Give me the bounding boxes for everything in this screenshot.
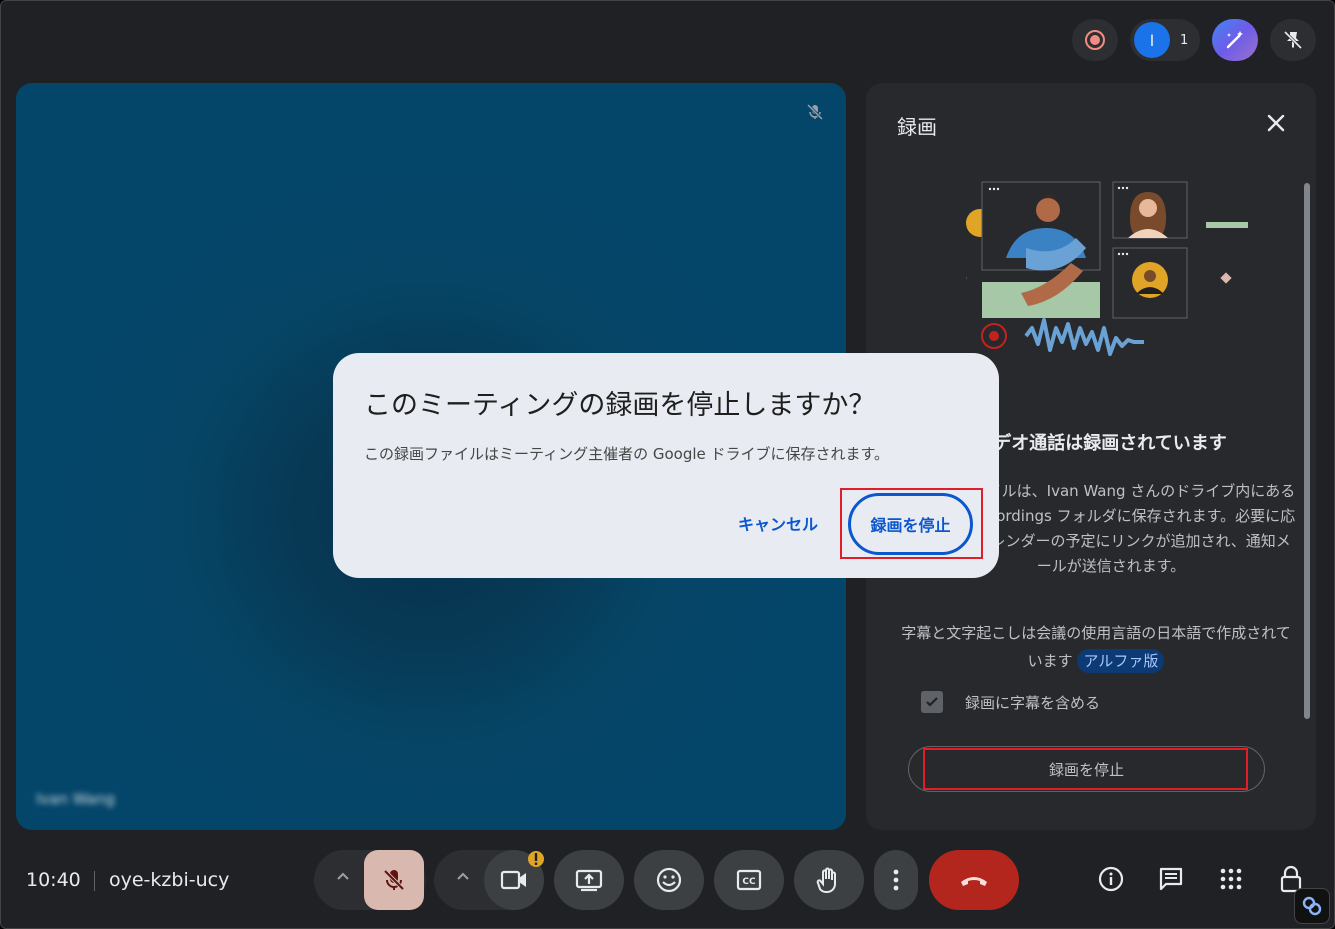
- close-panel-button[interactable]: [1262, 109, 1290, 137]
- apps-grid-icon: [1220, 868, 1242, 890]
- highlight-box-panel: [923, 748, 1248, 790]
- info-icon: [1098, 866, 1124, 892]
- reactions-button[interactable]: [634, 850, 704, 910]
- activities-button[interactable]: [1216, 864, 1246, 894]
- camera-warning-icon: [527, 848, 545, 870]
- divider: [94, 871, 95, 891]
- include-captions-label: 録画に字幕を含める: [965, 693, 1101, 712]
- recording-icon: [1085, 30, 1105, 50]
- mic-off-icon: [806, 103, 824, 121]
- highlight-box-dialog: [840, 488, 983, 559]
- panel-title: 録画: [897, 115, 937, 139]
- emoji-icon: [656, 867, 682, 893]
- more-vert-icon: [893, 869, 899, 891]
- svg-text:CC: CC: [742, 877, 756, 887]
- bottom-controls-bar: 10:40 oye-kzbi-ucy CC: [1, 846, 1334, 928]
- avatar-initial: I: [1149, 30, 1155, 50]
- video-options-button[interactable]: [454, 868, 472, 886]
- participants-count: 1: [1180, 32, 1189, 48]
- tile-mic-muted-indicator: [802, 99, 828, 125]
- chevron-up-icon: [457, 872, 469, 880]
- pin-off-icon: [1283, 30, 1303, 50]
- pin-off-button[interactable]: [1270, 19, 1316, 61]
- alpha-badge: アルファ版: [1077, 649, 1165, 673]
- leave-call-button[interactable]: [929, 850, 1019, 910]
- participants-button[interactable]: I 1: [1130, 19, 1200, 61]
- link-icon: [1294, 888, 1330, 924]
- closed-captions-icon: CC: [736, 869, 762, 891]
- meeting-details-button[interactable]: [1096, 864, 1126, 894]
- audio-options-button[interactable]: [334, 868, 352, 886]
- close-icon: [1267, 114, 1285, 132]
- mic-toggle-button[interactable]: [364, 850, 424, 910]
- stop-recording-dialog: このミーティングの録画を停止しますか？ この録画ファイルはミーティング主催者の …: [333, 353, 999, 578]
- include-captions-checkbox[interactable]: [921, 691, 943, 713]
- raise-hand-button[interactable]: [794, 850, 864, 910]
- dialog-title: このミーティングの録画を停止しますか？: [364, 390, 876, 421]
- present-screen-icon: [575, 869, 603, 892]
- chat-button[interactable]: [1156, 864, 1186, 894]
- raise-hand-icon: [816, 867, 836, 893]
- avatar: I: [1134, 22, 1170, 58]
- meeting-code: oye-kzbi-ucy: [109, 869, 230, 891]
- chat-icon: [1159, 867, 1183, 891]
- meet-window: I 1 Ivan Wang 録画 ビデオ通話は録画されています 録画ファイルは、…: [0, 0, 1335, 929]
- magic-pen-icon: [1226, 31, 1243, 49]
- dialog-body: この録画ファイルはミーティング主催者の Google ドライブに保存されます。: [364, 445, 890, 463]
- chevron-up-icon: [337, 872, 349, 880]
- more-options-button[interactable]: [874, 850, 918, 910]
- cancel-button[interactable]: キャンセル: [738, 511, 818, 535]
- gemini-button[interactable]: [1212, 19, 1258, 61]
- checkmark-icon: [926, 697, 938, 707]
- participant-name: Ivan Wang: [36, 790, 115, 808]
- caption-language-note: 字幕と文字起こしは会議の使用言語の日本語で作成されています アルファ版: [896, 619, 1296, 675]
- meeting-time: 10:40: [26, 869, 81, 891]
- include-captions-row[interactable]: 録画に字幕を含める: [921, 691, 1100, 713]
- recording-indicator-button[interactable]: [1072, 19, 1118, 61]
- mic-off-icon: [383, 869, 405, 891]
- captions-button[interactable]: CC: [714, 850, 784, 910]
- call-end-icon: [961, 877, 987, 886]
- present-screen-button[interactable]: [554, 850, 624, 910]
- recording-illustration: [966, 181, 1248, 356]
- top-toolbar: I 1: [1072, 19, 1316, 61]
- video-camera-icon: [500, 870, 526, 890]
